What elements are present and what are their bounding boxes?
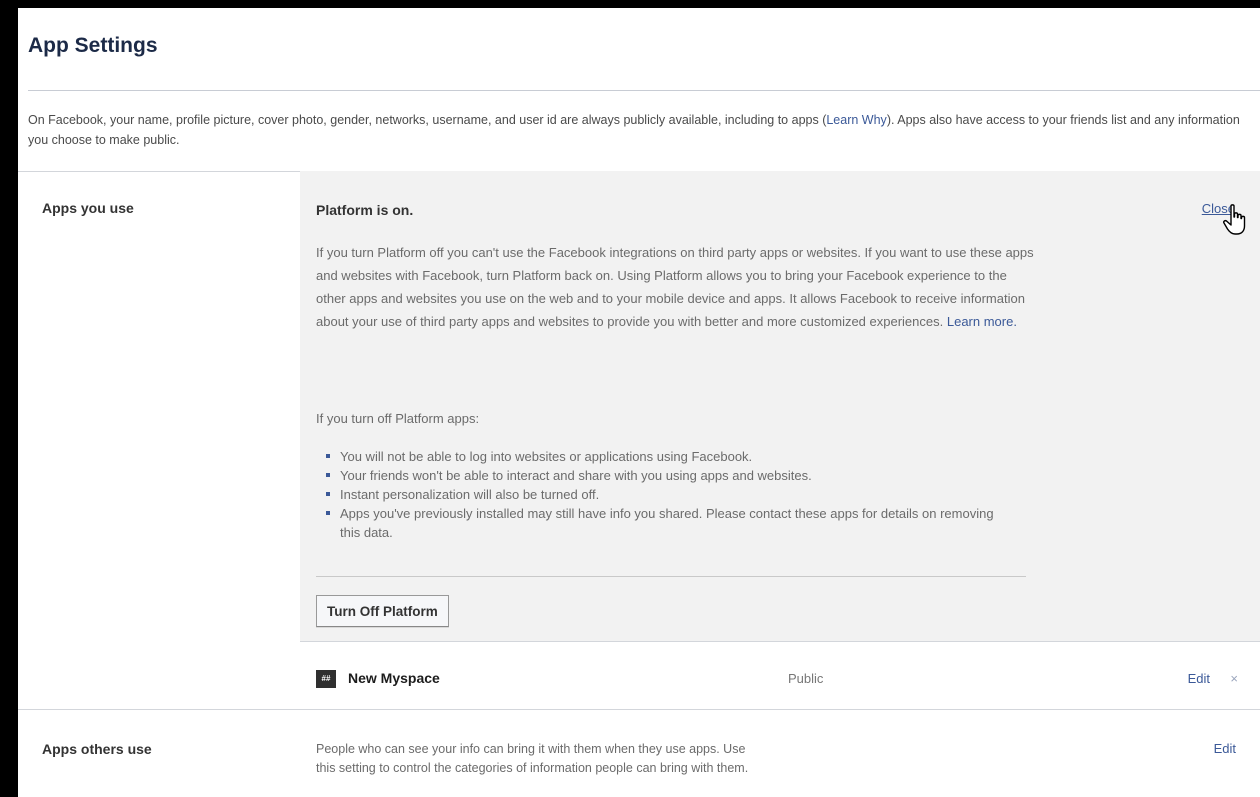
app-settings-page: App Settings On Facebook, your name, pro… [18,8,1260,797]
platform-panel: Platform is on. Close If you turn Platfo… [300,171,1260,641]
platform-status-title: Platform is on. [316,202,414,218]
panel-divider [316,576,1026,577]
platform-description: If you turn Platform off you can't use t… [316,241,1036,333]
apps-others-use-description: People who can see your info can bring i… [316,742,749,775]
title-divider [28,90,1260,91]
list-item: Your friends won't be able to interact a… [316,466,1016,485]
turn-off-platform-button[interactable]: Turn Off Platform [316,595,449,627]
page-title: App Settings [28,34,158,57]
learn-why-link[interactable]: Learn Why [826,113,886,127]
platform-description-text: If you turn Platform off you can't use t… [316,245,1034,329]
hand-pointer-icon [1223,204,1246,235]
apps-others-use-label: Apps others use [42,741,152,757]
list-item: Apps you've previously installed may sti… [316,504,1016,542]
close-icon[interactable]: × [1230,671,1238,686]
app-row-divider [300,641,1260,642]
consequence-list: You will not be able to log into website… [316,447,1016,542]
turn-off-subheading: If you turn off Platform apps: [316,411,480,426]
intro-text: On Facebook, your name, profile picture,… [28,110,1240,150]
app-privacy-setting: Public [788,671,824,686]
learn-more-link[interactable]: Learn more. [947,314,1017,329]
intro-text-main: On Facebook, your name, profile picture,… [28,113,827,127]
myspace-logo-icon: ## [316,670,336,688]
list-item: Instant personalization will also be tur… [316,485,1016,504]
section-divider [18,709,1260,710]
app-name[interactable]: New Myspace [348,670,440,686]
list-item: You will not be able to log into website… [316,447,1016,466]
edit-app-link[interactable]: Edit [1188,671,1210,686]
edit-apps-others-link[interactable]: Edit [1214,741,1236,756]
apps-you-use-label: Apps you use [42,200,134,216]
